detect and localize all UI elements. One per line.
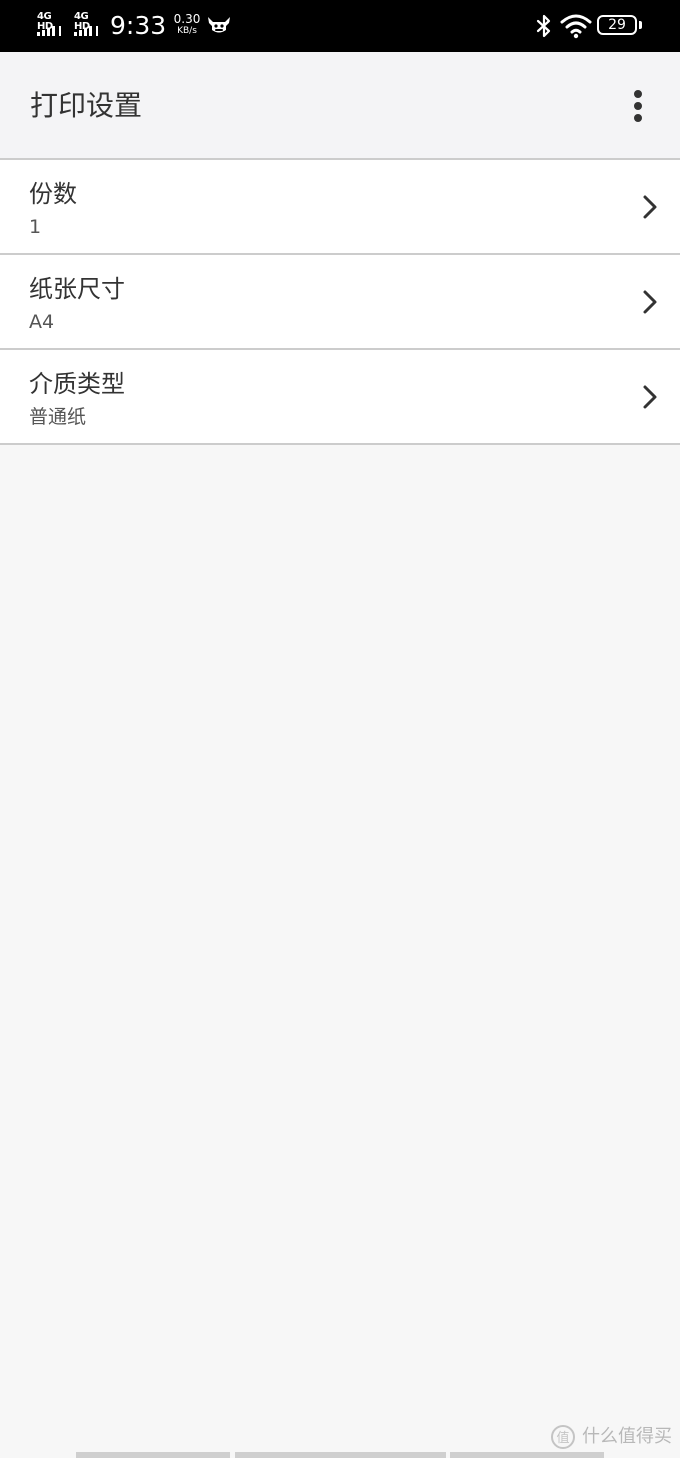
bull-mascot-icon bbox=[208, 17, 230, 33]
smzdm-logo-icon: 值 bbox=[551, 1425, 575, 1449]
setting-media-type-value: 普通纸 bbox=[29, 406, 87, 428]
setting-paper-size-title: 纸张尺寸 bbox=[29, 275, 125, 303]
chevron-right-icon bbox=[643, 195, 657, 219]
bluetooth-icon bbox=[536, 14, 551, 38]
battery-tip bbox=[639, 21, 642, 29]
chevron-right-icon bbox=[643, 290, 657, 314]
setting-paper-size-value: A4 bbox=[29, 311, 55, 333]
app-bar: 打印设置 bbox=[0, 52, 680, 158]
setting-copies-title: 份数 bbox=[29, 180, 77, 208]
network-speed-unit: KB/s bbox=[177, 26, 197, 36]
network-speed-value: 0.30 bbox=[173, 12, 201, 26]
sim1-signal-icon: 4G HD bbox=[37, 12, 67, 38]
setting-copies[interactable]: 份数 1 bbox=[0, 160, 680, 255]
status-bar: 4G HD 4G HD 9:33 0.30 KB/s 29 bbox=[0, 0, 680, 52]
status-time: 9:33 bbox=[110, 11, 167, 40]
page-title: 打印设置 bbox=[30, 89, 143, 122]
setting-paper-size[interactable]: 纸张尺寸 A4 bbox=[0, 255, 680, 350]
gesture-bar-segment bbox=[450, 1452, 604, 1458]
setting-media-type[interactable]: 介质类型 普通纸 bbox=[0, 350, 680, 445]
setting-copies-value: 1 bbox=[29, 216, 42, 238]
svg-text:值: 值 bbox=[556, 1430, 569, 1446]
setting-media-type-title: 介质类型 bbox=[29, 370, 125, 398]
battery-indicator: 29 bbox=[597, 15, 637, 35]
more-options-button[interactable] bbox=[620, 84, 658, 128]
watermark-text: 什么值得买 bbox=[582, 1426, 672, 1447]
gesture-bar-segment bbox=[76, 1452, 230, 1458]
more-vertical-icon bbox=[634, 90, 642, 98]
sim2-signal-icon: 4G HD bbox=[74, 12, 104, 38]
settings-list: 份数 1 纸张尺寸 A4 介质类型 普通纸 bbox=[0, 158, 680, 445]
network-speed: 0.30 KB/s bbox=[171, 13, 203, 37]
chevron-right-icon bbox=[643, 385, 657, 409]
wifi-icon bbox=[560, 14, 592, 39]
gesture-bar-segment bbox=[235, 1452, 446, 1458]
